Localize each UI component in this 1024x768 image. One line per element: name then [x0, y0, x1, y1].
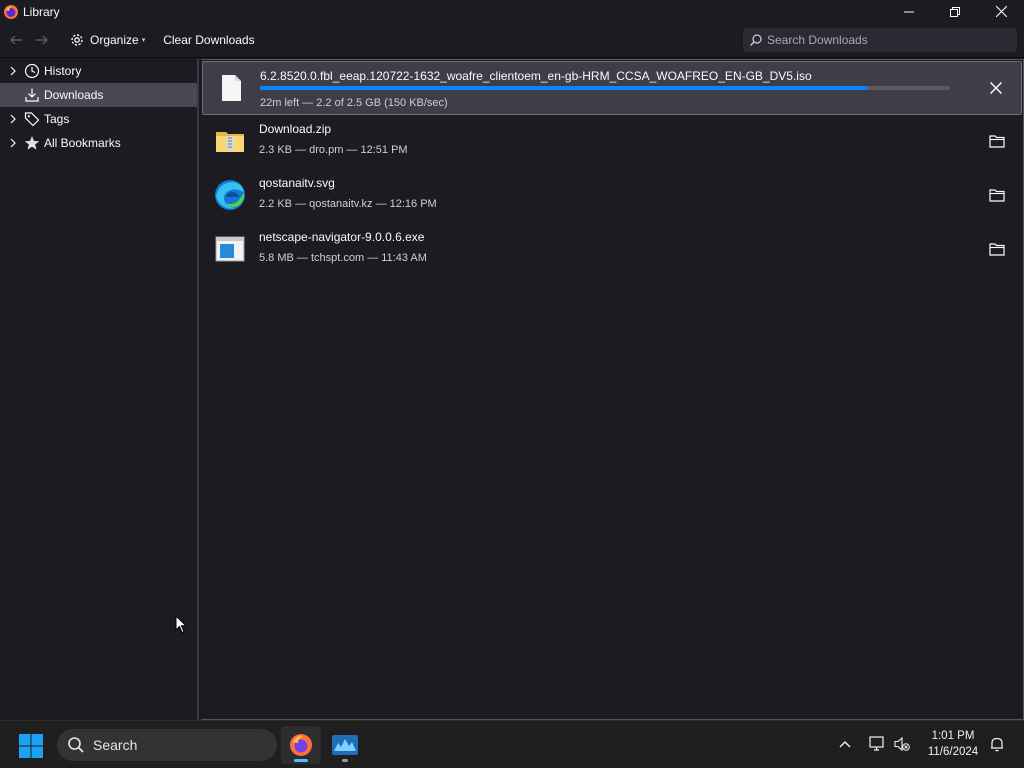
window-title: Library [23, 4, 60, 19]
sidebar-item-label: Downloads [44, 88, 104, 102]
folder-icon [989, 135, 1005, 148]
search-icon [68, 737, 84, 753]
download-item[interactable]: qostanaitv.svg 2.2 KB — qostanaitv.kz — … [202, 169, 1022, 223]
windows-start-icon[interactable] [18, 733, 44, 759]
star-icon [24, 136, 40, 150]
organize-menu-button[interactable]: Organize ▾ [65, 27, 149, 53]
chevron-right-icon[interactable] [6, 64, 20, 78]
search-downloads-box[interactable] [743, 28, 1017, 52]
gear-icon [71, 34, 83, 46]
edge-icon [215, 180, 245, 210]
sidebar-item-history[interactable]: History [0, 59, 197, 83]
arrow-right-icon [36, 35, 48, 45]
cancel-download-button[interactable] [985, 77, 1007, 99]
close-icon [995, 6, 1007, 17]
sidebar-item-tags[interactable]: Tags [0, 107, 197, 131]
arrow-left-icon [10, 35, 22, 45]
download-filename: 6.2.8520.0.fbl_eeap.120722-1632_woafre_c… [260, 69, 812, 83]
taskbar-search-label: Search [93, 737, 138, 753]
mouse-cursor-icon [175, 615, 187, 634]
exe-window-icon [215, 236, 245, 262]
volume-button[interactable] [891, 733, 913, 755]
media-app-icon [332, 735, 358, 755]
clock-date: 11/6/2024 [927, 746, 979, 758]
file-icon [222, 75, 241, 101]
chevron-up-icon [839, 741, 851, 748]
sidebar-item-all-bookmarks[interactable]: All Bookmarks [0, 131, 197, 155]
download-filename: Download.zip [259, 122, 332, 136]
zip-folder-icon [216, 132, 244, 152]
organize-label: Organize [90, 33, 139, 47]
clear-downloads-button[interactable]: Clear Downloads [161, 27, 256, 53]
download-progress-fill [260, 86, 868, 90]
search-icon [750, 34, 762, 46]
running-app-indicator [342, 759, 348, 762]
sidebar-item-label: All Bookmarks [44, 136, 121, 150]
show-in-folder-button[interactable] [986, 184, 1008, 206]
network-status-button[interactable] [866, 733, 888, 755]
download-progress-bar [260, 86, 950, 90]
firefox-icon [290, 734, 312, 756]
download-status: 2.2 KB — qostanaitv.kz — 12:16 PM [259, 198, 437, 210]
taskbar-app-media[interactable] [325, 726, 365, 764]
restore-button[interactable] [932, 0, 978, 23]
sidebar-item-downloads[interactable]: Downloads [0, 83, 197, 107]
forward-button[interactable] [29, 27, 55, 53]
folder-icon [989, 189, 1005, 202]
sidebar-item-label: Tags [44, 112, 70, 126]
library-sidebar: History Downloads Tags All Bookmarks [0, 59, 199, 720]
download-status: 2.3 KB — dro.pm — 12:51 PM [259, 144, 408, 156]
active-app-indicator [294, 759, 308, 762]
notification-bell-icon [991, 737, 1003, 752]
title-bar: Library [0, 0, 1024, 23]
show-hidden-icons-button[interactable] [834, 733, 856, 755]
taskbar: Search 1:01 PM 11/6/2024 [0, 720, 1024, 768]
restore-icon [950, 6, 960, 17]
download-icon [25, 88, 39, 102]
chevron-down-icon: ▾ [141, 37, 146, 44]
clock-time: 1:01 PM [931, 730, 975, 742]
download-status: 22m left — 2.2 of 2.5 GB (150 KB/sec) [260, 97, 448, 109]
download-status: 5.8 MB — tchspt.com — 11:43 AM [259, 252, 427, 264]
clock-icon [24, 63, 40, 79]
volume-muted-icon [894, 736, 910, 752]
chevron-right-icon[interactable] [6, 112, 20, 126]
tag-icon [24, 112, 40, 127]
minimize-icon [904, 11, 914, 12]
firefox-icon [4, 4, 18, 19]
show-in-folder-button[interactable] [986, 130, 1008, 152]
minimize-button[interactable] [886, 0, 932, 23]
sidebar-item-label: History [44, 64, 82, 78]
download-filename: qostanaitv.svg [259, 176, 335, 190]
toolbar: Organize ▾ Clear Downloads [0, 23, 1024, 58]
network-icon [869, 736, 884, 751]
download-filename: netscape-navigator-9.0.0.6.exe [259, 230, 425, 244]
chevron-right-icon[interactable] [6, 136, 20, 150]
notifications-button[interactable] [986, 733, 1008, 755]
download-item[interactable]: Download.zip 2.3 KB — dro.pm — 12:51 PM [202, 115, 1022, 169]
close-button[interactable] [978, 0, 1024, 23]
downloads-list: 6.2.8520.0.fbl_eeap.120722-1632_woafre_c… [201, 59, 1024, 720]
taskbar-app-firefox[interactable] [281, 726, 321, 764]
download-item[interactable]: 6.2.8520.0.fbl_eeap.120722-1632_woafre_c… [202, 61, 1022, 115]
back-button[interactable] [3, 27, 29, 53]
cancel-icon [990, 82, 1002, 94]
taskbar-search-box[interactable]: Search [57, 729, 277, 761]
folder-icon [989, 243, 1005, 256]
search-downloads-input[interactable] [767, 33, 1007, 47]
download-item[interactable]: netscape-navigator-9.0.0.6.exe 5.8 MB — … [202, 223, 1022, 277]
show-in-folder-button[interactable] [986, 238, 1008, 260]
taskbar-clock[interactable]: 1:01 PM 11/6/2024 [918, 728, 988, 760]
